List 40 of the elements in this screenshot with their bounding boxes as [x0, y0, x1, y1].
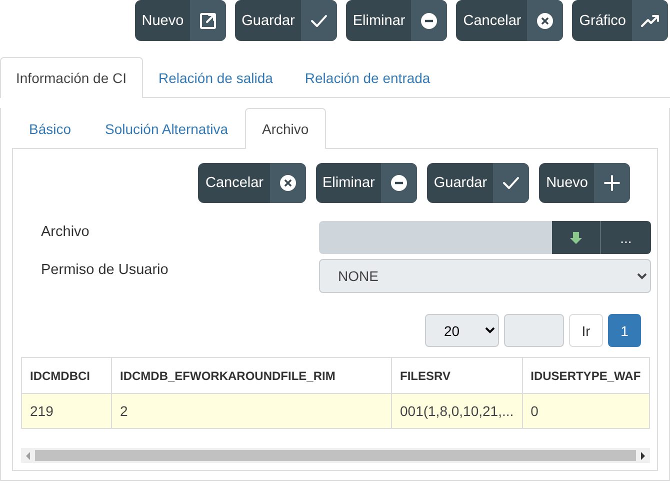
table-cell: 2 — [112, 394, 392, 428]
close-icon — [278, 174, 296, 192]
tab[interactable]: Información de CI — [0, 57, 142, 98]
table-cell: 001(1,8,0,10,21,... — [392, 394, 522, 428]
toolbar-button[interactable]: Gráfico — [572, 0, 668, 41]
toolbar-button[interactable]: Nuevo — [539, 163, 630, 203]
plus-icon — [603, 174, 621, 192]
tab[interactable]: Solución Alternativa — [88, 108, 245, 149]
table-cell: 0 — [522, 394, 650, 428]
minus-circle-icon — [420, 12, 438, 30]
browse-button[interactable]: ... — [600, 221, 651, 254]
page-size-select[interactable]: 20 — [425, 314, 499, 347]
toolbar-button[interactable]: Guardar — [234, 0, 337, 41]
download-button[interactable] — [552, 221, 600, 254]
permission-select[interactable]: NONE — [319, 259, 651, 293]
toolbar-button[interactable]: Eliminar — [316, 163, 417, 203]
minus-circle-icon — [390, 174, 408, 192]
table-row[interactable]: 219 2 001(1,8,0,10,21,... 0 — [22, 394, 650, 428]
go-button[interactable]: Ir — [569, 314, 603, 347]
horizontal-scrollbar[interactable] — [21, 448, 650, 463]
download-icon — [569, 230, 583, 244]
open-window-icon — [198, 12, 217, 30]
toolbar-button[interactable]: Eliminar — [346, 0, 448, 41]
tab[interactable]: Relación de salida — [142, 57, 289, 98]
column-header[interactable]: IDCMDBCI — [22, 358, 112, 394]
toolbar-button[interactable]: Guardar — [426, 163, 530, 203]
tab[interactable]: Básico — [12, 108, 88, 149]
check-icon — [502, 174, 520, 192]
field-label: Archivo — [41, 223, 90, 242]
toolbar-button[interactable]: Cancelar — [198, 163, 306, 203]
tab[interactable]: Relación de entrada — [288, 57, 446, 98]
tab[interactable]: Archivo — [245, 108, 326, 149]
close-icon — [536, 12, 554, 30]
page-input[interactable] — [504, 314, 564, 347]
column-header[interactable]: IDCMDB_EFWORKAROUNDFILE_RIM — [112, 358, 392, 394]
field-label: Permiso de Usuario — [41, 261, 170, 280]
table-cell: 219 — [22, 394, 112, 428]
page-button[interactable]: 1 — [608, 314, 641, 347]
toolbar-button[interactable]: Cancelar — [456, 0, 564, 41]
toolbar-button[interactable]: Nuevo — [134, 0, 226, 41]
